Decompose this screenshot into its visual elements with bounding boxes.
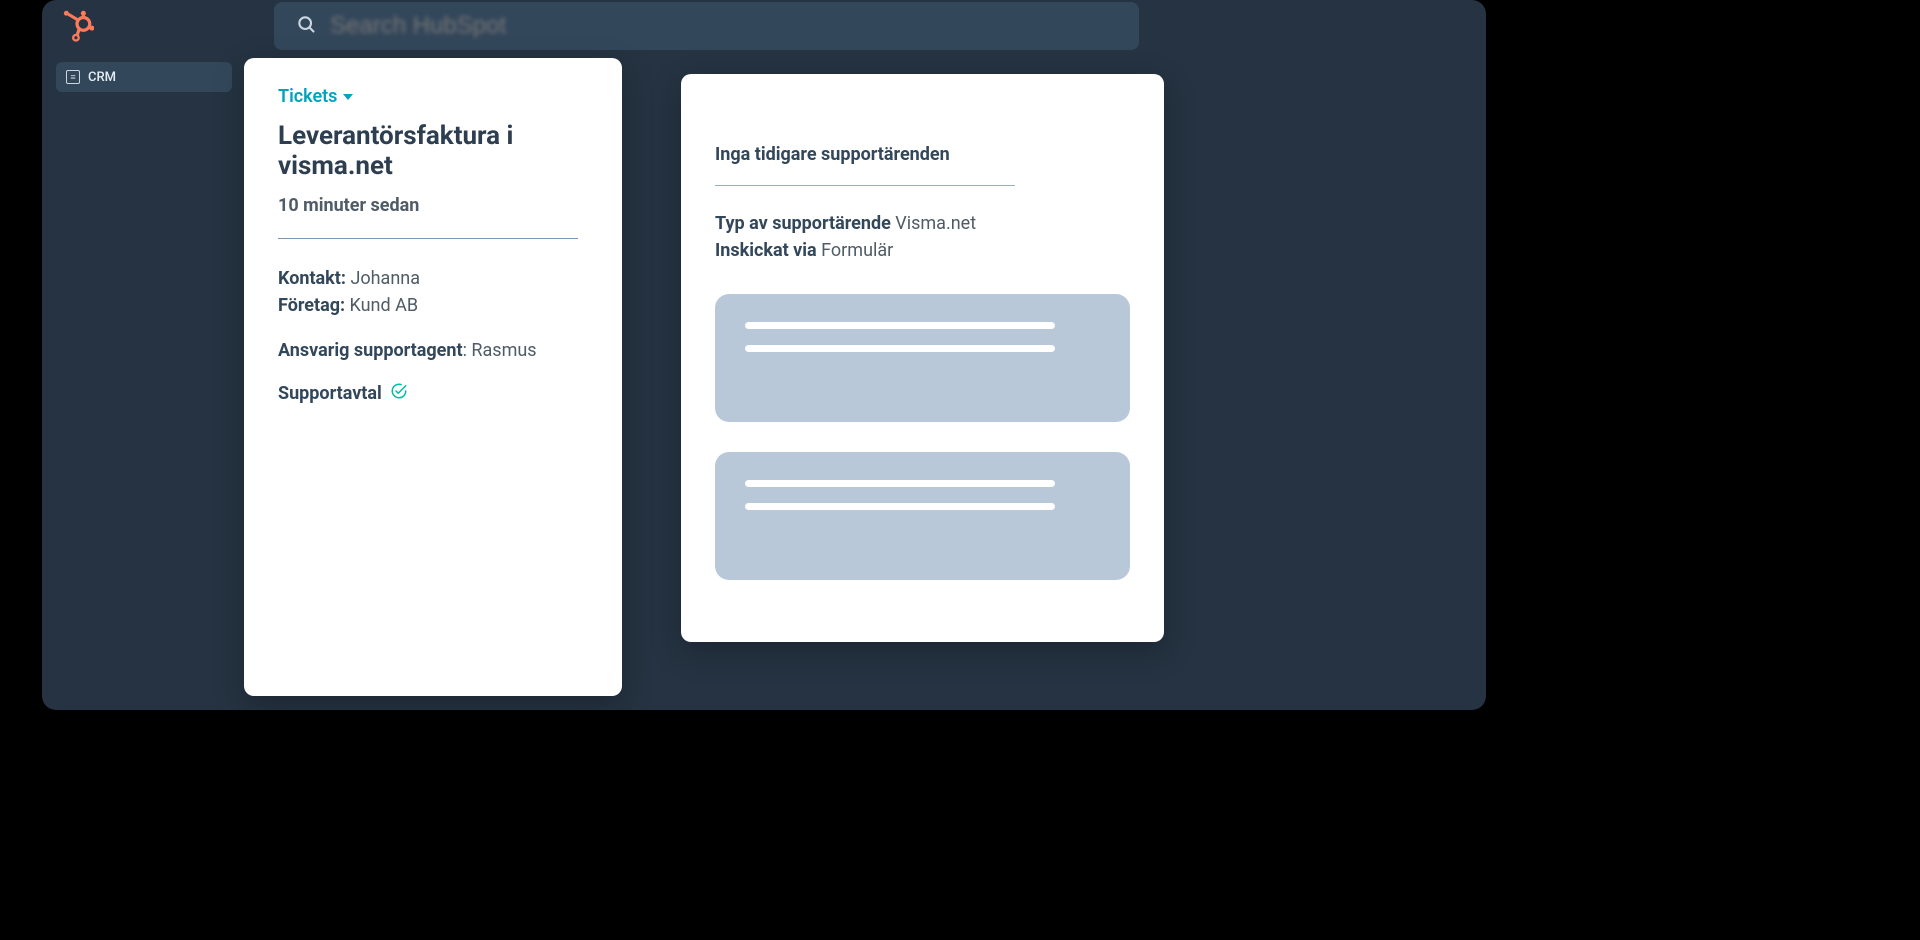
divider bbox=[278, 238, 578, 239]
ticket-company: Företag: Kund AB bbox=[278, 292, 588, 319]
support-agreement: Supportavtal bbox=[278, 382, 588, 405]
search-input[interactable] bbox=[330, 12, 1117, 40]
support-agreement-label: Supportavtal bbox=[278, 383, 382, 404]
skeleton-line bbox=[745, 503, 1055, 510]
skeleton-line bbox=[745, 345, 1055, 352]
ticket-title: Leverantörsfaktura i visma.net bbox=[278, 121, 588, 181]
ticket-time: 10 minuter sedan bbox=[278, 195, 588, 216]
ticket-context-card: Inga tidigare supportärenden Typ av supp… bbox=[681, 74, 1164, 642]
tickets-dropdown[interactable]: Tickets bbox=[278, 86, 588, 107]
topbar bbox=[42, 0, 1486, 52]
sidebar-item-label: CRM bbox=[88, 70, 116, 85]
crm-icon: ≡ bbox=[66, 70, 80, 84]
app-shell: ≡ CRM Tickets Leverantörsfaktura i visma… bbox=[42, 0, 1486, 710]
ticket-agent: Ansvarig supportagent: Rasmus bbox=[278, 337, 588, 364]
ticket-contact: Kontakt: Johanna bbox=[278, 265, 588, 292]
ticket-submitted-via: Inskickat via Formulär bbox=[715, 237, 1130, 264]
sidebar-item-crm[interactable]: ≡ CRM bbox=[56, 62, 232, 92]
sidebar: ≡ CRM bbox=[56, 58, 232, 696]
divider bbox=[715, 185, 1015, 186]
skeleton-line bbox=[745, 480, 1055, 487]
skeleton-placeholder bbox=[715, 452, 1130, 580]
ticket-detail-card: Tickets Leverantörsfaktura i visma.net 1… bbox=[244, 58, 622, 696]
ticket-type: Typ av supportärende Visma.net bbox=[715, 210, 1130, 237]
skeleton-placeholder bbox=[715, 294, 1130, 422]
checkmark-circle-icon bbox=[390, 382, 408, 405]
hubspot-logo-icon bbox=[60, 9, 94, 43]
no-previous-tickets: Inga tidigare supportärenden bbox=[715, 144, 1130, 165]
global-search[interactable] bbox=[274, 2, 1139, 50]
tickets-dropdown-label: Tickets bbox=[278, 86, 337, 107]
search-icon bbox=[296, 14, 316, 38]
chevron-down-icon bbox=[343, 94, 353, 100]
skeleton-line bbox=[745, 322, 1055, 329]
